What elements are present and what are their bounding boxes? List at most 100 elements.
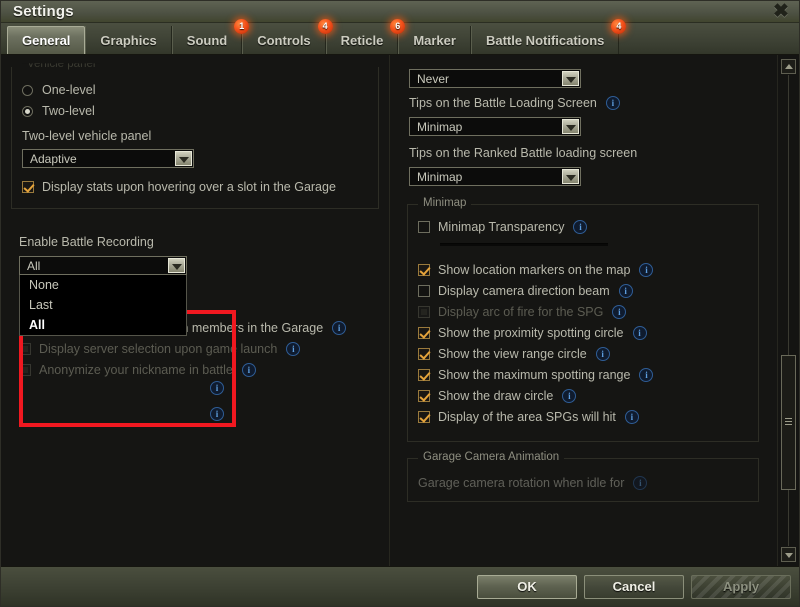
checkbox-label: Show the maximum spotting range [438,368,631,382]
checkbox-minimap-show-the-maximum-spotting-range[interactable] [418,369,430,381]
checkbox-row-left-display-server-selection-upon-game-launch[interactable]: Display server selection upon game launc… [19,342,371,356]
minimap-group-label: Minimap [418,197,472,209]
radio-row-one-level[interactable]: One-level [22,83,368,97]
tips-ranked-loading-select[interactable]: Minimap [409,167,581,186]
checkbox-minimap-show-the-draw-circle[interactable] [418,390,430,402]
garage-camera-group-label: Garage Camera Animation [418,451,565,463]
tab-strip: General Graphics Sound 1 Controls 4 Reticle 6 Ma… [1,19,799,55]
battle-recording-info-icon[interactable]: i [210,381,224,395]
battle-recording-select[interactable]: All [19,256,187,275]
checkbox-row-left-anonymize-your-nickname-in-battle[interactable]: Anonymize your nickname in battle i [19,363,371,377]
checkbox-minimap-display-camera-direction-beam[interactable] [418,285,430,297]
info-icon[interactable]: i [562,389,577,403]
vehicle-panel-group: Vehicle panel One-level Two-level Two-le… [11,63,379,209]
chevron-down-icon[interactable] [562,119,579,134]
tab-reticle[interactable]: Reticle 6 [325,19,406,54]
tab-label: Battle Notifications [485,32,605,48]
secondary-info-icon[interactable]: i [210,407,224,421]
dropdown-option-none[interactable]: None [20,275,186,295]
tab-sound[interactable]: Sound 1 [171,19,250,54]
checkbox-minimap-transparency[interactable] [418,221,430,233]
battle-recording-section: Enable Battle Recording All None Last All … [11,225,379,421]
checkbox-row-minimap-show-the-maximum-spotting-range[interactable]: Show the maximum spotting range i [418,368,748,382]
info-icon[interactable]: i [286,342,301,356]
cancel-button[interactable]: Cancel [584,574,684,599]
left-pane: Vehicle panel One-level Two-level Two-le… [1,55,389,566]
checkbox-left-anonymize-your-nickname-in-battle [19,364,31,376]
two-level-vehicle-panel-value: Adaptive [30,151,77,166]
dropdown-option-all[interactable]: All [20,315,186,335]
radio-one-level[interactable] [22,84,33,96]
checkbox-row-minimap-display-arc-of-fire-for-the-spg[interactable]: Display arc of fire for the SPG i [418,305,748,319]
tips-ranked-loading-value: Minimap [417,169,463,184]
tab-graphics[interactable]: Graphics [85,26,172,54]
checkbox-label: Display of the area SPGs will hit [438,410,616,424]
vertical-scrollbar[interactable] [777,55,799,566]
radio-two-level[interactable] [22,105,33,117]
chevron-down-icon[interactable] [562,71,579,86]
minimap-group: Minimap Minimap Transparency i Show loca… [407,197,759,442]
chevron-down-icon[interactable] [781,547,796,562]
info-icon[interactable]: i [639,263,654,277]
info-icon[interactable]: i [618,284,633,298]
tab-controls[interactable]: Controls 4 [242,19,333,54]
tips-ranked-loading-label-row: Tips on the Ranked Battle loading screen [409,146,767,160]
radio-row-two-level[interactable]: Two-level [22,104,368,118]
checkbox-row-minimap-display-camera-direction-beam[interactable]: Display camera direction beam i [418,284,748,298]
top-select[interactable]: Never [409,69,581,88]
info-icon[interactable]: i [632,326,647,340]
garage-camera-rotation-label: Garage camera rotation when idle for [418,476,625,490]
garage-camera-rotation-info-icon[interactable]: i [633,476,648,490]
top-select-value: Never [417,71,450,86]
minimap-transparency-slider[interactable] [440,243,608,246]
info-icon[interactable]: i [332,321,347,335]
checkbox-row-minimap-transparency[interactable]: Minimap Transparency i [418,220,748,234]
garage-camera-group: Garage Camera Animation Garage camera ro… [407,451,759,502]
checkbox-label: Display arc of fire for the SPG [438,305,604,319]
checkbox-minimap-show-the-proximity-spotting-circle[interactable] [418,327,430,339]
checkbox-display-stats[interactable] [22,181,34,193]
checkbox-label: Show location markers on the map [438,263,631,277]
tab-general[interactable]: General [7,26,86,54]
info-icon[interactable]: i [639,368,654,382]
checkbox-minimap-display-of-the-area-spgs-will-hit[interactable] [418,411,430,423]
vehicle-panel-group-label: Vehicle panel [22,63,101,70]
checkbox-minimap-show-the-view-range-circle[interactable] [418,348,430,360]
two-level-vehicle-panel-select[interactable]: Adaptive [22,149,194,168]
chevron-down-icon[interactable] [562,169,579,184]
checkbox-label: Show the view range circle [438,347,587,361]
checkbox-row-minimap-show-location-markers-on-the-map[interactable]: Show location markers on the map i [418,263,748,277]
battle-recording-value: All [27,258,41,273]
tips-battle-loading-info-icon[interactable]: i [605,96,620,110]
checkbox-label: Display camera direction beam [438,284,610,298]
tips-battle-loading-select[interactable]: Minimap [409,117,581,136]
close-icon[interactable]: ✖ [771,2,791,22]
checkbox-row-minimap-show-the-view-range-circle[interactable]: Show the view range circle i [418,347,748,361]
chevron-down-icon[interactable] [175,151,192,166]
checkbox-row-minimap-show-the-draw-circle[interactable]: Show the draw circle i [418,389,748,403]
checkbox-row-minimap-show-the-proximity-spotting-circle[interactable]: Show the proximity spotting circle i [418,326,748,340]
tab-label: General [22,33,71,48]
tab-marker[interactable]: Marker [398,26,471,54]
checkbox-row-minimap-display-of-the-area-spgs-will-hit[interactable]: Display of the area SPGs will hit i [418,410,748,424]
apply-button: Apply [691,574,791,599]
info-icon[interactable]: i [612,305,627,319]
info-icon[interactable]: i [241,363,256,377]
info-icon[interactable]: i [624,410,639,424]
dropdown-option-last[interactable]: Last [20,295,186,315]
minimap-transparency-info-icon[interactable]: i [573,220,588,234]
scrollbar-thumb[interactable] [781,355,796,490]
chevron-down-icon[interactable] [168,258,185,273]
battle-recording-options[interactable]: None Last All [19,275,187,336]
checkbox-minimap-show-location-markers-on-the-map[interactable] [418,264,430,276]
battle-recording-label: Enable Battle Recording [19,235,154,249]
checkbox-label: Display server selection upon game launc… [39,342,278,356]
chevron-up-icon[interactable] [781,59,796,74]
info-icon[interactable]: i [595,347,610,361]
right-pane: Never Tips on the Battle Loading Screen … [389,55,777,566]
tab-label: Marker [413,32,456,48]
checkbox-row-display-stats[interactable]: Display stats upon hovering over a slot … [22,180,368,194]
checkbox-minimap-display-arc-of-fire-for-the-spg [418,306,430,318]
tab-battle-notifications[interactable]: Battle Notifications 4 [470,19,627,54]
ok-button[interactable]: OK [477,574,577,599]
